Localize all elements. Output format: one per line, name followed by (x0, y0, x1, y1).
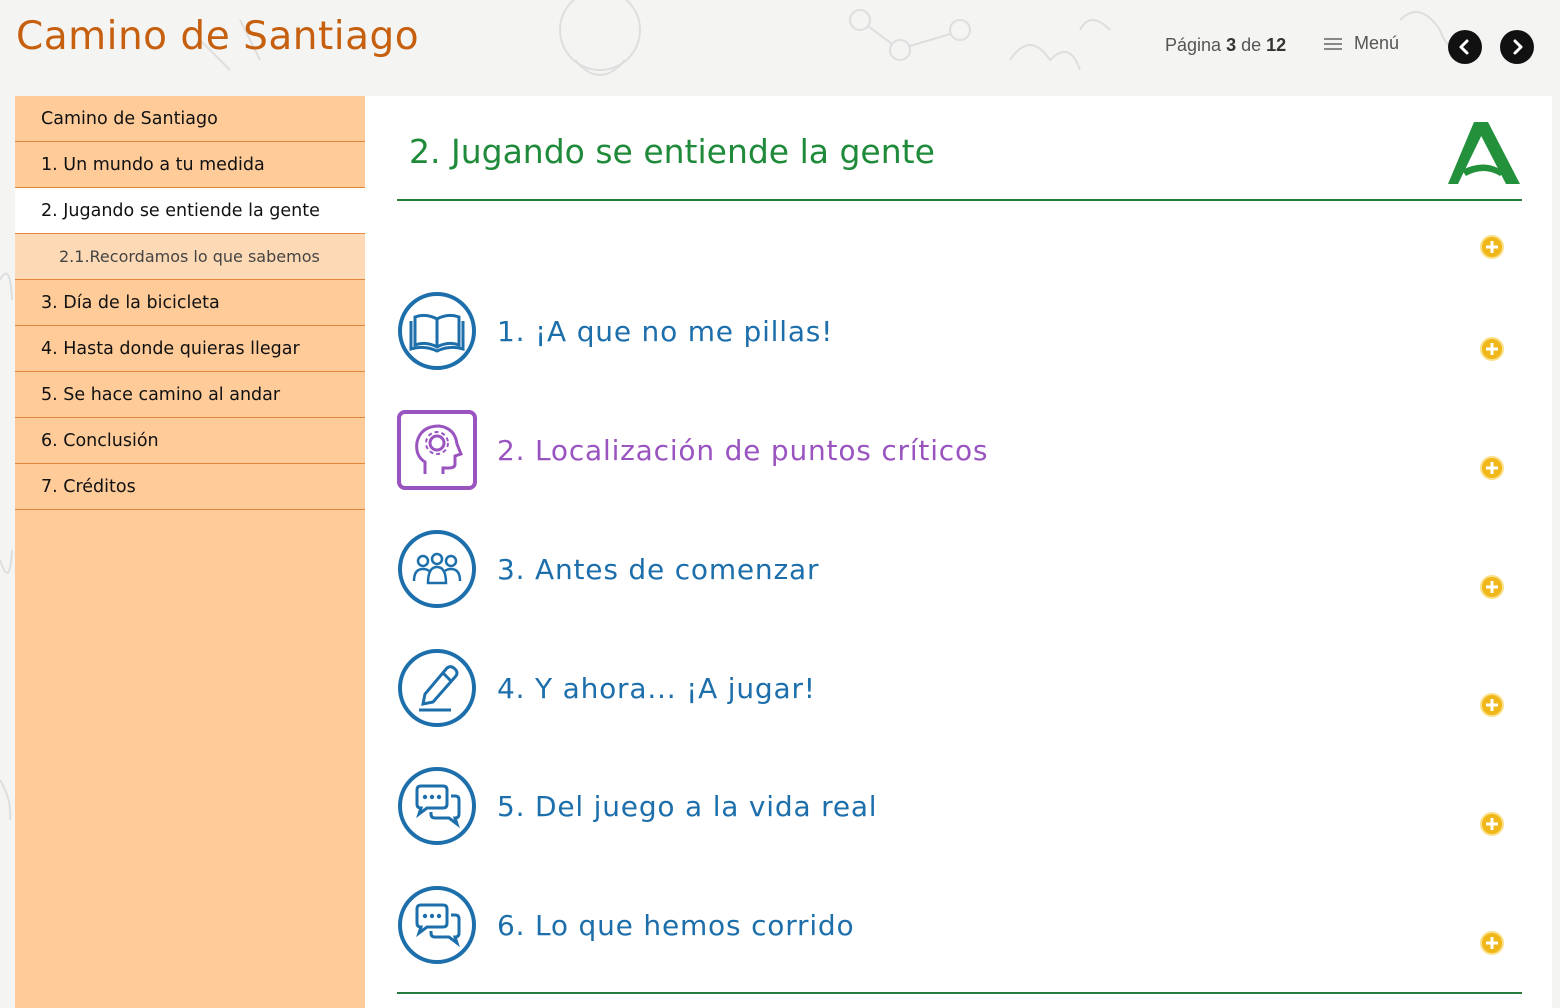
pencil-icon (398, 649, 476, 727)
topic-item-5[interactable]: 5. Del juego a la vida real (397, 765, 877, 847)
menu-label: Menú (1354, 33, 1400, 53)
plus-circle-icon (1480, 693, 1504, 717)
chevron-right-icon (1513, 39, 1523, 55)
topic-item-6[interactable]: 6. Lo que hemos corrido (397, 884, 854, 966)
sidebar-item-label: 2. Jugando se entiende la gente (41, 200, 320, 221)
topic-label: 3. Antes de comenzar (497, 552, 820, 586)
bottom-divider (397, 992, 1522, 994)
chat-bubbles-icon (398, 886, 476, 964)
hamburger-icon (1324, 35, 1342, 53)
sidebar-item-label: 6. Conclusión (41, 430, 159, 451)
topic-item-4[interactable]: 4. Y ahora... ¡A jugar! (397, 647, 816, 729)
topic-item-3[interactable]: 3. Antes de comenzar (397, 528, 819, 610)
sidebar-item-conclusion[interactable]: 6. Conclusión (15, 418, 365, 464)
sidebar-item-section-3[interactable]: 3. Día de la bicicleta (15, 280, 365, 326)
sidebar-item-label: 1. Un mundo a tu medida (41, 154, 265, 175)
expand-topic-3-button[interactable] (1479, 574, 1505, 600)
plus-circle-icon (1480, 812, 1504, 836)
current-page: 3 (1226, 35, 1237, 55)
page-indicator: Página 3 de 12 (1165, 35, 1286, 56)
head-gear-icon (397, 410, 477, 490)
menu-button[interactable]: Menú (1324, 33, 1399, 54)
expand-topic-6-button[interactable] (1479, 930, 1505, 956)
topic-item-1[interactable]: 1. ¡A que no me pillas! (397, 290, 833, 372)
plus-circle-icon (1480, 575, 1504, 599)
sidebar-item-label: 2.1.Recordamos lo que sabemos (59, 247, 320, 266)
previous-page-button[interactable] (1448, 30, 1482, 64)
main-content: 2. Jugando se entiende la gente 1. ¡A qu… (365, 96, 1552, 1008)
expand-topic-5-button[interactable] (1479, 811, 1505, 837)
app-title: Camino de Santiago (16, 14, 420, 59)
expand-all-button[interactable] (1479, 234, 1505, 260)
sidebar-navigation: Camino de Santiago 1. Un mundo a tu medi… (15, 96, 365, 1008)
next-page-button[interactable] (1500, 30, 1534, 64)
plus-circle-icon (1480, 931, 1504, 955)
heading-divider (397, 199, 1522, 201)
topic-label: 1. ¡A que no me pillas! (497, 314, 834, 348)
expand-topic-2-button[interactable] (1479, 455, 1505, 481)
topic-item-2[interactable]: 2. Localización de puntos críticos (397, 409, 988, 491)
expand-topic-1-button[interactable] (1479, 336, 1505, 362)
group-icon (398, 530, 476, 608)
sidebar-item-label: 7. Créditos (41, 476, 136, 497)
junta-andalucia-logo (1448, 122, 1520, 184)
topic-label: 2. Localización de puntos críticos (497, 433, 989, 467)
sidebar-item-credits[interactable]: 7. Créditos (15, 464, 365, 510)
sidebar-item-label: 4. Hasta donde quieras llegar (41, 338, 300, 359)
expand-topic-4-button[interactable] (1479, 692, 1505, 718)
plus-circle-icon (1480, 456, 1504, 480)
topic-label: 4. Y ahora... ¡A jugar! (497, 671, 816, 705)
sidebar-item-home[interactable]: Camino de Santiago (15, 96, 365, 142)
sidebar-item-label: Camino de Santiago (41, 108, 218, 129)
sidebar-item-label: 3. Día de la bicicleta (41, 292, 220, 313)
topic-label: 5. Del juego a la vida real (497, 789, 878, 823)
chat-bubbles-icon (398, 767, 476, 845)
sidebar-item-section-2[interactable]: 2. Jugando se entiende la gente (15, 188, 365, 234)
topic-label: 6. Lo que hemos corrido (497, 908, 855, 942)
sidebar-item-section-4[interactable]: 4. Hasta donde quieras llegar (15, 326, 365, 372)
book-icon (398, 292, 476, 370)
pager-of: de (1241, 35, 1262, 55)
pager-prefix: Página (1165, 35, 1222, 55)
chevron-left-icon (1459, 39, 1469, 55)
sidebar-item-section-5[interactable]: 5. Se hace camino al andar (15, 372, 365, 418)
sidebar-item-section-1[interactable]: 1. Un mundo a tu medida (15, 142, 365, 188)
sidebar-item-label: 5. Se hace camino al andar (41, 384, 281, 405)
plus-circle-icon (1480, 337, 1504, 361)
total-pages: 12 (1266, 35, 1287, 55)
page-title: 2. Jugando se entiende la gente (409, 132, 935, 171)
plus-circle-icon (1480, 235, 1504, 259)
sidebar-subitem-2-1[interactable]: 2.1.Recordamos lo que sabemos (15, 234, 365, 280)
